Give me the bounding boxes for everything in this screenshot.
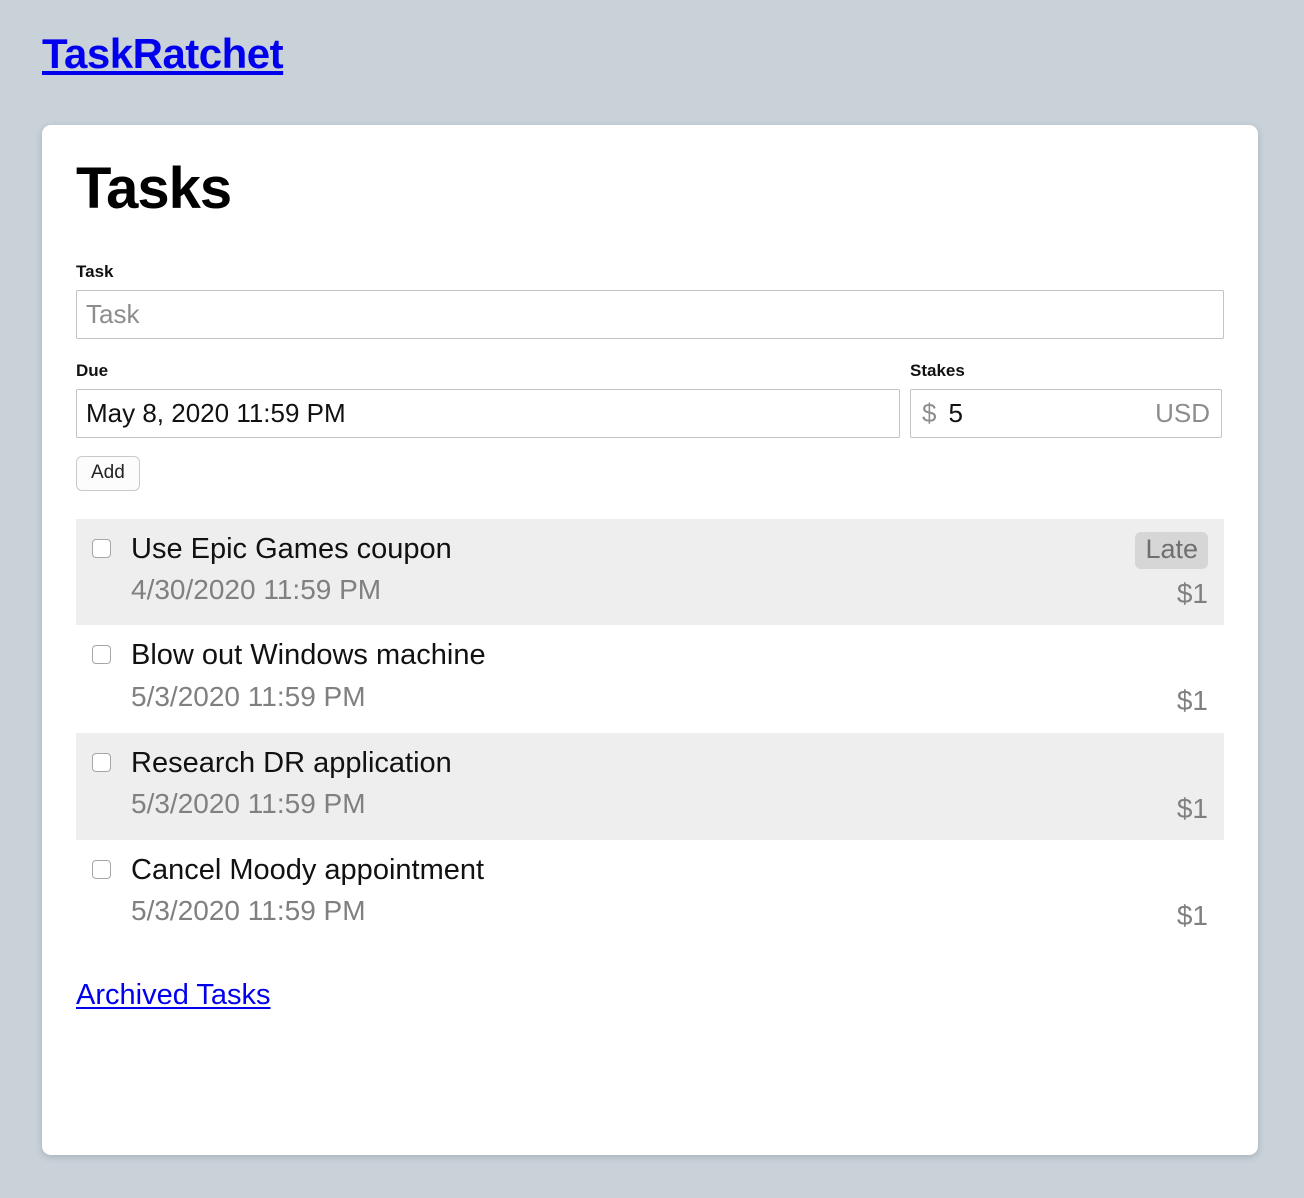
task-complete-checkbox[interactable]	[92, 645, 111, 664]
status-badge: Late	[1135, 532, 1208, 569]
stakes-input[interactable]	[948, 398, 1147, 429]
task-due-date: 4/30/2020 11:59 PM	[131, 574, 1118, 606]
task-complete-checkbox[interactable]	[92, 860, 111, 879]
task-stakes-amount: $1	[1177, 578, 1208, 610]
due-field-label: Due	[76, 361, 900, 381]
task-stakes-amount: $1	[1177, 793, 1208, 825]
task-title: Cancel Moody appointment	[131, 853, 1118, 887]
tasks-card: Tasks Task Due Stakes $ USD Add Use Epic…	[42, 125, 1258, 1155]
brand-home-link[interactable]: TaskRatchet	[42, 30, 283, 78]
task-body: Cancel Moody appointment 5/3/2020 11:59 …	[131, 853, 1118, 927]
task-row[interactable]: Cancel Moody appointment 5/3/2020 11:59 …	[76, 840, 1224, 947]
task-due-date: 5/3/2020 11:59 PM	[131, 895, 1118, 927]
task-field-group: Task	[76, 262, 1224, 339]
task-title: Use Epic Games coupon	[131, 532, 1118, 566]
task-body: Use Epic Games coupon 4/30/2020 11:59 PM	[131, 532, 1118, 606]
add-task-button[interactable]: Add	[76, 456, 140, 491]
currency-symbol-icon: $	[922, 398, 936, 429]
task-title: Research DR application	[131, 746, 1118, 780]
due-stakes-row: Due Stakes $ USD	[76, 361, 1224, 438]
task-meta: $1	[1118, 638, 1208, 717]
due-field-group: Due	[76, 361, 900, 438]
task-list: Use Epic Games coupon 4/30/2020 11:59 PM…	[76, 519, 1224, 947]
task-body: Blow out Windows machine 5/3/2020 11:59 …	[131, 638, 1118, 712]
task-due-date: 5/3/2020 11:59 PM	[131, 681, 1118, 713]
stakes-input-wrapper[interactable]: $ USD	[910, 389, 1222, 438]
task-row[interactable]: Blow out Windows machine 5/3/2020 11:59 …	[76, 625, 1224, 732]
stakes-field-label: Stakes	[910, 361, 1222, 381]
task-input[interactable]	[76, 290, 1224, 339]
task-meta: $1	[1118, 853, 1208, 932]
archived-tasks-link[interactable]: Archived Tasks	[76, 979, 271, 1012]
task-body: Research DR application 5/3/2020 11:59 P…	[131, 746, 1118, 820]
task-stakes-amount: $1	[1177, 685, 1208, 717]
stakes-field-group: Stakes $ USD	[910, 361, 1222, 438]
task-field-label: Task	[76, 262, 1224, 282]
task-complete-checkbox[interactable]	[92, 753, 111, 772]
task-row[interactable]: Research DR application 5/3/2020 11:59 P…	[76, 733, 1224, 840]
currency-code-label: USD	[1155, 398, 1210, 429]
due-input[interactable]	[76, 389, 900, 438]
task-due-date: 5/3/2020 11:59 PM	[131, 788, 1118, 820]
card-footer: Archived Tasks	[76, 979, 1224, 1012]
task-title: Blow out Windows machine	[131, 638, 1118, 672]
page-title: Tasks	[76, 159, 1224, 220]
task-complete-checkbox[interactable]	[92, 539, 111, 558]
task-meta: $1	[1118, 746, 1208, 825]
task-stakes-amount: $1	[1177, 900, 1208, 932]
task-row[interactable]: Use Epic Games coupon 4/30/2020 11:59 PM…	[76, 519, 1224, 626]
app-header: TaskRatchet	[0, 0, 1304, 78]
task-meta: Late $1	[1118, 532, 1208, 611]
